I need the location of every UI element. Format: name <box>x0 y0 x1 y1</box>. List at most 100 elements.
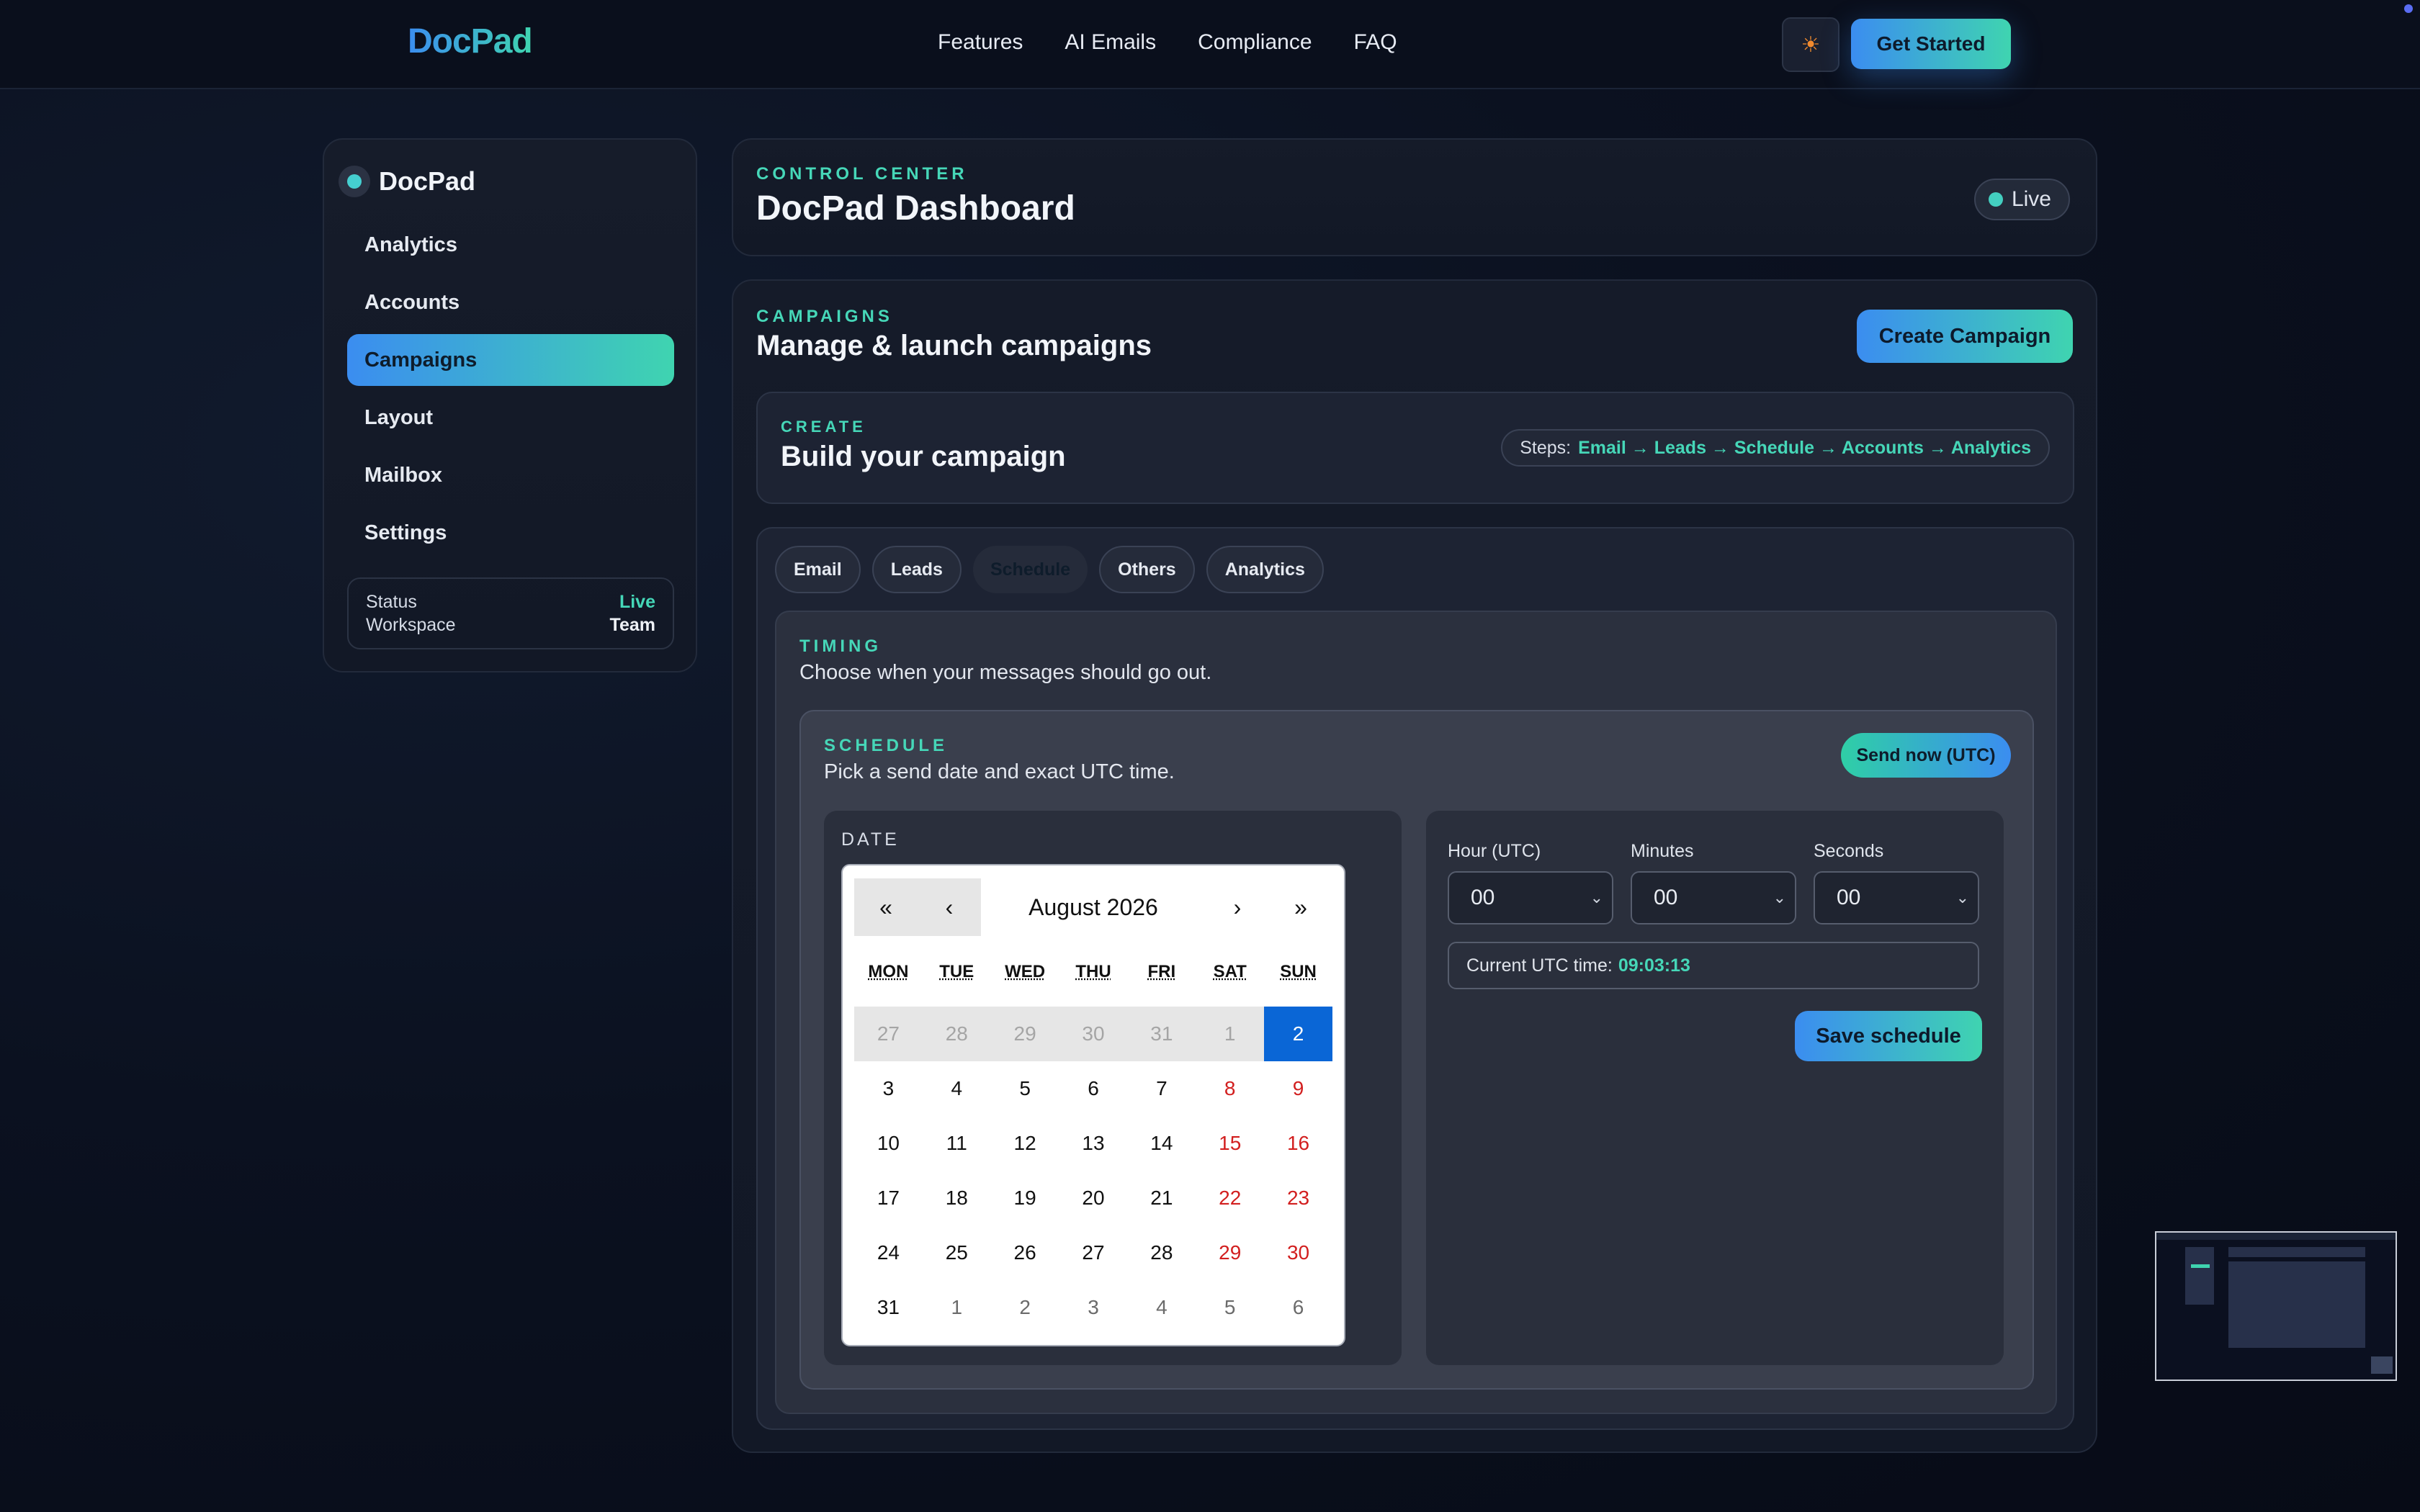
calendar-day[interactable]: 10 <box>854 1116 923 1171</box>
calendar-day[interactable]: 16 <box>1264 1116 1332 1171</box>
calendar-day[interactable]: 23 <box>1264 1171 1332 1225</box>
hour-select[interactable]: 00 ⌄ <box>1448 871 1613 924</box>
calendar-day[interactable]: 5 <box>991 1061 1059 1116</box>
weekday-header: FRI <box>1147 962 1176 981</box>
calendar-day[interactable]: 2 <box>991 1280 1059 1335</box>
calendar-day[interactable]: 5 <box>1196 1280 1264 1335</box>
current-utc-time: Current UTC time: 09:03:13 <box>1448 942 1979 989</box>
calendar-day[interactable]: 27 <box>854 1007 923 1061</box>
calendar-day[interactable]: 22 <box>1196 1171 1264 1225</box>
create-section: CREATE Build your campaign Steps: Email … <box>756 392 2074 504</box>
calendar-day[interactable]: 18 <box>923 1171 991 1225</box>
chevron-down-icon: ⌄ <box>1955 888 1969 906</box>
calendar-day[interactable]: 26 <box>991 1225 1059 1280</box>
calendar-day[interactable]: 4 <box>1127 1280 1196 1335</box>
timing-card: TIMING Choose when your messages should … <box>775 611 2057 1414</box>
theme-toggle-button[interactable]: ☀ <box>1782 17 1839 72</box>
steps-indicator: Steps: Email → Leads → Schedule → Accoun… <box>1501 429 2050 467</box>
calendar-day[interactable]: 29 <box>1196 1225 1264 1280</box>
calendar-day[interactable]: 1 <box>1196 1007 1265 1061</box>
get-started-button[interactable]: Get Started <box>1851 19 2011 69</box>
weekday-header: MON <box>868 962 909 981</box>
calendar-day[interactable]: 30 <box>1059 1007 1128 1061</box>
campaigns-eyebrow: CAMPAIGNS <box>756 307 893 326</box>
calendar-day[interactable]: 29 <box>990 1007 1059 1061</box>
calendar-day[interactable]: 28 <box>1127 1225 1196 1280</box>
next-year-button[interactable]: » <box>1269 878 1332 936</box>
calendar-day[interactable]: 27 <box>1059 1225 1128 1280</box>
create-campaign-button[interactable]: Create Campaign <box>1857 310 2073 363</box>
minutes-select[interactable]: 00 ⌄ <box>1631 871 1796 924</box>
brand-logo[interactable]: DocPad <box>408 22 533 61</box>
page-minimap[interactable] <box>2155 1231 2397 1381</box>
tab-schedule[interactable]: Schedule <box>972 546 1088 593</box>
weekday-header: THU <box>1075 962 1111 981</box>
tab-others[interactable]: Others <box>1099 546 1195 593</box>
schedule-eyebrow: SCHEDULE <box>824 736 949 755</box>
calendar-day[interactable]: 3 <box>1059 1280 1128 1335</box>
calendar-day[interactable]: 25 <box>923 1225 991 1280</box>
calendar-day[interactable]: 24 <box>854 1225 923 1280</box>
date-label: DATE <box>841 829 900 850</box>
tab-email[interactable]: Email <box>775 546 861 593</box>
calendar-day[interactable]: 21 <box>1127 1171 1196 1225</box>
calendar-day[interactable]: 20 <box>1059 1171 1128 1225</box>
seconds-select[interactable]: 00 ⌄ <box>1814 871 1979 924</box>
campaign-builder: Email Leads Schedule Others Analytics TI… <box>756 527 2074 1430</box>
prev-month-button[interactable]: ‹ <box>918 878 981 936</box>
calendar-day-selected[interactable]: 2 <box>1264 1007 1332 1061</box>
calendar-day[interactable]: 17 <box>854 1171 923 1225</box>
calendar-day[interactable]: 6 <box>1264 1280 1332 1335</box>
next-month-button[interactable]: › <box>1206 878 1269 936</box>
calendar-day[interactable]: 7 <box>1127 1061 1196 1116</box>
sidebar-item-layout[interactable]: Layout <box>347 392 674 444</box>
sidebar-item-settings[interactable]: Settings <box>347 507 674 559</box>
current-utc-label: Current UTC time: <box>1466 955 1613 976</box>
schedule-description: Pick a send date and exact UTC time. <box>824 760 1175 783</box>
calendar-day[interactable]: 19 <box>991 1171 1059 1225</box>
calendar-day[interactable]: 1 <box>923 1280 991 1335</box>
calendar-day[interactable]: 6 <box>1059 1061 1128 1116</box>
calendar-day[interactable]: 9 <box>1264 1061 1332 1116</box>
page-title: DocPad Dashboard <box>756 189 1075 228</box>
live-dot-icon <box>1988 192 2003 207</box>
calendar-day[interactable]: 30 <box>1264 1225 1332 1280</box>
calendar-day[interactable]: 31 <box>854 1280 923 1335</box>
calendar-day[interactable]: 12 <box>991 1116 1059 1171</box>
sidebar-item-mailbox[interactable]: Mailbox <box>347 449 674 501</box>
nav-link-faq[interactable]: FAQ <box>1354 30 1397 55</box>
sidebar-item-campaigns[interactable]: Campaigns <box>347 334 674 386</box>
seconds-label: Seconds <box>1814 841 1884 861</box>
minutes-label: Minutes <box>1631 841 1694 861</box>
save-schedule-button[interactable]: Save schedule <box>1795 1011 1982 1061</box>
calendar-day[interactable]: 3 <box>854 1061 923 1116</box>
calendar-day[interactable]: 28 <box>922 1007 991 1061</box>
calendar-day[interactable]: 13 <box>1059 1116 1128 1171</box>
calendar-day[interactable]: 11 <box>923 1116 991 1171</box>
calendar-day[interactable]: 14 <box>1127 1116 1196 1171</box>
calendar-day[interactable]: 4 <box>923 1061 991 1116</box>
calendar-day[interactable]: 15 <box>1196 1116 1264 1171</box>
minutes-value: 00 <box>1654 886 1678 909</box>
sidebar-brand: DocPad <box>339 166 475 197</box>
prev-year-button[interactable]: « <box>854 878 918 936</box>
tab-analytics[interactable]: Analytics <box>1206 546 1324 593</box>
nav-link-features[interactable]: Features <box>938 30 1023 55</box>
live-badge-label: Live <box>2011 187 2051 211</box>
sidebar-item-accounts[interactable]: Accounts <box>347 276 674 328</box>
create-eyebrow: CREATE <box>781 418 866 436</box>
send-now-button[interactable]: Send now (UTC) <box>1841 733 2011 778</box>
calendar-days: 27 28 29 30 31 1 2 3 4 5 6 7 8 9 10 11 12 13 14 15 16 17 18 19 2… <box>854 1007 1332 1335</box>
calendar-day[interactable]: 8 <box>1196 1061 1264 1116</box>
nav-link-ai-emails[interactable]: AI Emails <box>1065 30 1156 55</box>
nav-link-compliance[interactable]: Compliance <box>1198 30 1312 55</box>
hour-value: 00 <box>1471 886 1495 909</box>
tab-leads[interactable]: Leads <box>871 546 962 593</box>
date-section: DATE « ‹ August 2026 › » MON TUE WED THU FRI… <box>824 811 1402 1365</box>
campaign-tabs: Email Leads Schedule Others Analytics <box>775 546 1324 593</box>
status-label: Status <box>366 592 417 612</box>
schedule-card: SCHEDULE Pick a send date and exact UTC … <box>799 710 2034 1390</box>
sidebar-item-analytics[interactable]: Analytics <box>347 219 674 271</box>
calendar-day[interactable]: 31 <box>1127 1007 1196 1061</box>
calendar-month-label[interactable]: August 2026 <box>981 894 1206 921</box>
